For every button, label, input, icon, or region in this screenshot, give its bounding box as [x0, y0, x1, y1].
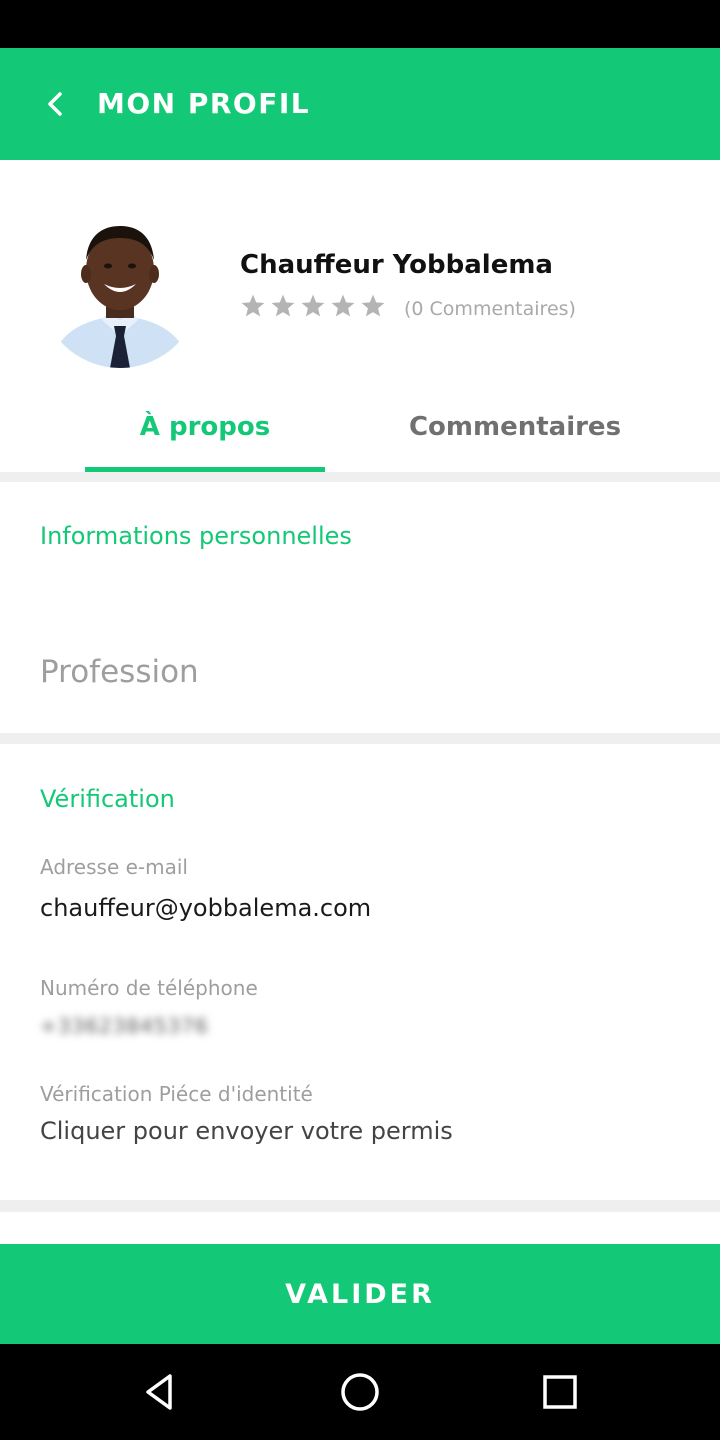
- avatar[interactable]: [40, 208, 200, 368]
- tab-reviews[interactable]: Commentaires: [395, 382, 635, 472]
- app-bar: MON PROFIL: [0, 48, 720, 160]
- square-recents-icon: [543, 1375, 577, 1409]
- upload-license-link[interactable]: Cliquer pour envoyer votre permis: [40, 1117, 453, 1145]
- star-icon: [241, 294, 265, 317]
- personal-info-title: Informations personnelles: [40, 522, 352, 550]
- verification-title: Vérification: [40, 785, 175, 813]
- tab-about[interactable]: À propos: [85, 382, 325, 472]
- profession-field[interactable]: Profession: [40, 654, 199, 690]
- back-button[interactable]: [30, 78, 82, 130]
- circle-home-icon: [341, 1373, 379, 1411]
- star-icon: [361, 294, 385, 317]
- system-recents-button[interactable]: [536, 1368, 584, 1416]
- status-bar: [0, 0, 720, 48]
- rating-stars: [240, 293, 386, 319]
- validate-button[interactable]: VALIDER: [0, 1244, 720, 1344]
- divider: [0, 733, 720, 744]
- email-label: Adresse e-mail: [40, 855, 188, 879]
- review-count: (0 Commentaires): [404, 298, 576, 320]
- triangle-back-icon: [146, 1374, 172, 1410]
- profile-header: Chauffeur Yobbalema (0 Commentaires): [0, 160, 720, 382]
- star-icon: [331, 294, 355, 317]
- avatar-photo: [40, 208, 200, 368]
- system-back-button[interactable]: [136, 1368, 184, 1416]
- page-title: MON PROFIL: [97, 87, 311, 120]
- divider: [0, 472, 720, 482]
- system-nav-bar: [0, 1344, 720, 1440]
- star-icon: [271, 294, 295, 317]
- email-value: chauffeur@yobbalema.com: [40, 894, 372, 922]
- id-verification-label: Vérification Piéce d'identité: [40, 1082, 313, 1106]
- phone-label: Numéro de téléphone: [40, 976, 258, 1000]
- system-home-button[interactable]: [336, 1368, 384, 1416]
- driver-name: Chauffeur Yobbalema: [240, 250, 553, 280]
- chevron-left-icon: [48, 92, 62, 116]
- divider: [0, 1200, 720, 1212]
- star-icon: [301, 294, 325, 317]
- tab-bar: À propos Commentaires: [0, 382, 720, 472]
- phone-value: +33623845376: [40, 1014, 209, 1038]
